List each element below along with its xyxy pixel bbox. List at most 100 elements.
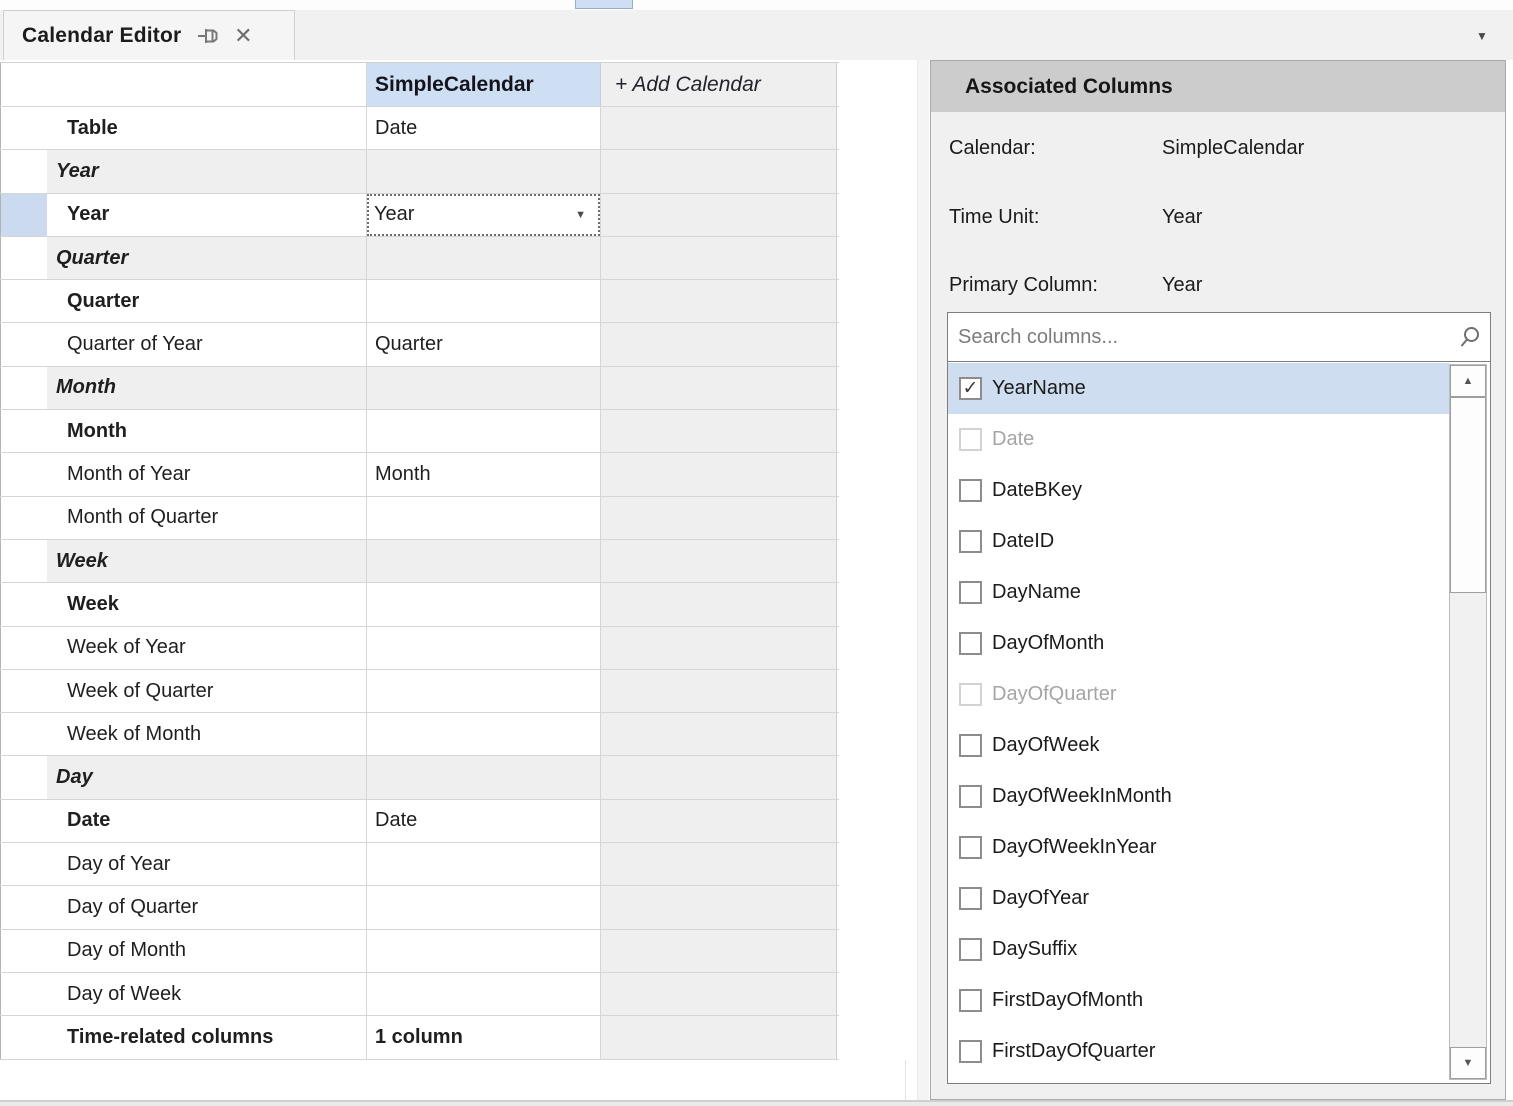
column-list-item[interactable]: ✓ DateID bbox=[948, 516, 1449, 567]
row-value-cell[interactable] bbox=[367, 367, 601, 409]
checkbox[interactable]: ✓ bbox=[959, 785, 982, 808]
checkbox[interactable]: ✓ bbox=[959, 1040, 982, 1063]
row-value-cell[interactable]: Month bbox=[367, 453, 601, 495]
row-value-cell[interactable] bbox=[367, 843, 601, 885]
row-value-cell[interactable] bbox=[367, 497, 601, 539]
row-value-cell[interactable] bbox=[367, 627, 601, 669]
row-gutter[interactable] bbox=[0, 886, 47, 928]
column-header-simplecalendar[interactable]: SimpleCalendar bbox=[367, 63, 601, 106]
row-gutter[interactable] bbox=[0, 973, 47, 1015]
row-gutter[interactable] bbox=[0, 150, 47, 192]
tab-calendar-editor[interactable]: Calendar Editor ✕ bbox=[3, 10, 295, 60]
close-button[interactable]: ✕ bbox=[229, 22, 257, 50]
row-value: 1 column bbox=[375, 1026, 463, 1049]
row-gutter[interactable] bbox=[0, 843, 47, 885]
row-value-cell[interactable]: Quarter bbox=[367, 323, 601, 365]
pin-button[interactable] bbox=[195, 22, 223, 50]
info-row-time-unit: Time Unit: Year bbox=[949, 202, 1489, 232]
pane-menu-button[interactable]: ▼ bbox=[1468, 24, 1496, 48]
row-value-cell[interactable] bbox=[367, 410, 601, 452]
column-list-item[interactable]: ✓ YearName bbox=[948, 363, 1449, 414]
row-gutter[interactable] bbox=[0, 107, 47, 149]
row-value-cell[interactable]: Year▼ bbox=[367, 194, 601, 236]
scroll-down-button[interactable]: ▼ bbox=[1450, 1047, 1486, 1079]
row-value-cell[interactable] bbox=[367, 886, 601, 928]
checkbox[interactable]: ✓ bbox=[959, 581, 982, 604]
column-list-item[interactable]: ✓ DateBKey bbox=[948, 465, 1449, 516]
row-value-cell[interactable] bbox=[367, 237, 601, 279]
row-gutter[interactable] bbox=[0, 930, 47, 972]
row-gutter[interactable] bbox=[0, 1016, 47, 1058]
row-value-cell[interactable] bbox=[367, 150, 601, 192]
row-gutter[interactable] bbox=[0, 756, 47, 798]
checkbox[interactable]: ✓ bbox=[959, 734, 982, 757]
column-list-item[interactable]: ✓ DayOfQuarter bbox=[948, 669, 1449, 720]
row-gutter[interactable] bbox=[0, 497, 47, 539]
column-name: DayOfQuarter bbox=[992, 683, 1116, 706]
column-name: DayOfWeekInMonth bbox=[992, 785, 1172, 808]
row-gutter[interactable] bbox=[0, 280, 47, 322]
checkbox[interactable]: ✓ bbox=[959, 479, 982, 502]
checkbox[interactable]: ✓ bbox=[959, 836, 982, 859]
add-calendar-cell bbox=[601, 367, 837, 409]
associated-columns-header: Associated Columns bbox=[931, 61, 1505, 112]
column-list-item[interactable]: ✓ DayName bbox=[948, 567, 1449, 618]
row-gutter[interactable] bbox=[0, 540, 47, 582]
row-value-cell[interactable]: Date bbox=[367, 800, 601, 842]
search-input[interactable] bbox=[948, 326, 1450, 349]
row-gutter[interactable] bbox=[0, 800, 47, 842]
row-value-cell[interactable] bbox=[367, 713, 601, 755]
column-list-item[interactable]: ✓ DayOfMonth bbox=[948, 618, 1449, 669]
row-gutter[interactable] bbox=[0, 670, 47, 712]
column-list-item[interactable]: ✓ DayOfYear bbox=[948, 873, 1449, 924]
row-gutter[interactable] bbox=[0, 410, 47, 452]
checkbox[interactable]: ✓ bbox=[959, 989, 982, 1012]
column-list-item[interactable]: ✓ FirstDayOfWeek bbox=[948, 1077, 1449, 1084]
checkbox[interactable]: ✓ bbox=[959, 938, 982, 961]
row-value-cell[interactable] bbox=[367, 756, 601, 798]
row-gutter[interactable] bbox=[0, 237, 47, 279]
column-list-item[interactable]: ✓ DayOfWeekInYear bbox=[948, 822, 1449, 873]
row-value-cell[interactable] bbox=[367, 280, 601, 322]
checkbox[interactable]: ✓ bbox=[959, 377, 982, 400]
row-value: Quarter bbox=[375, 333, 443, 356]
vertical-scrollbar[interactable]: ▲ ▼ bbox=[1449, 364, 1487, 1080]
row-value-cell[interactable] bbox=[367, 540, 601, 582]
column-name: DayOfWeek bbox=[992, 734, 1099, 757]
scrollbar-thumb[interactable] bbox=[1450, 397, 1486, 593]
grid-row: Quarter bbox=[0, 280, 839, 323]
row-value-cell[interactable] bbox=[367, 930, 601, 972]
column-name: DateBKey bbox=[992, 479, 1082, 502]
row-value-cell[interactable] bbox=[367, 670, 601, 712]
row-gutter[interactable] bbox=[0, 194, 47, 236]
column-list-item[interactable]: ✓ DayOfWeek bbox=[948, 720, 1449, 771]
column-list-item[interactable]: ✓ DaySuffix bbox=[948, 924, 1449, 975]
column-list-item[interactable]: ✓ DayOfWeekInMonth bbox=[948, 771, 1449, 822]
grid-header-row: SimpleCalendar + Add Calendar bbox=[0, 62, 839, 107]
row-gutter[interactable] bbox=[0, 453, 47, 495]
column-list-item[interactable]: ✓ Date bbox=[948, 414, 1449, 465]
row-value-cell[interactable]: 1 column bbox=[367, 1016, 601, 1058]
calendar-value: SimpleCalendar bbox=[1162, 137, 1304, 160]
add-calendar-button[interactable]: + Add Calendar bbox=[601, 63, 837, 106]
scroll-up-button[interactable]: ▲ bbox=[1450, 365, 1486, 397]
column-list-item[interactable]: ✓ FirstDayOfQuarter bbox=[948, 1026, 1449, 1077]
checkbox[interactable]: ✓ bbox=[959, 530, 982, 553]
row-value-cell[interactable]: Date bbox=[367, 107, 601, 149]
row-gutter[interactable] bbox=[0, 323, 47, 365]
checkbox[interactable]: ✓ bbox=[959, 887, 982, 910]
checkbox[interactable]: ✓ bbox=[959, 683, 982, 706]
row-gutter[interactable] bbox=[0, 583, 47, 625]
row-gutter[interactable] bbox=[0, 713, 47, 755]
grid-row: Day of Quarter bbox=[0, 886, 839, 929]
column-list-item[interactable]: ✓ FirstDayOfMonth bbox=[948, 975, 1449, 1026]
row-gutter[interactable] bbox=[0, 367, 47, 409]
row-label: Day bbox=[47, 756, 367, 798]
value-dropdown[interactable]: Year▼ bbox=[367, 194, 600, 236]
pane-divider[interactable] bbox=[917, 60, 929, 1100]
row-value-cell[interactable] bbox=[367, 583, 601, 625]
row-value-cell[interactable] bbox=[367, 973, 601, 1015]
checkbox[interactable]: ✓ bbox=[959, 632, 982, 655]
row-gutter[interactable] bbox=[0, 627, 47, 669]
checkbox[interactable]: ✓ bbox=[959, 428, 982, 451]
